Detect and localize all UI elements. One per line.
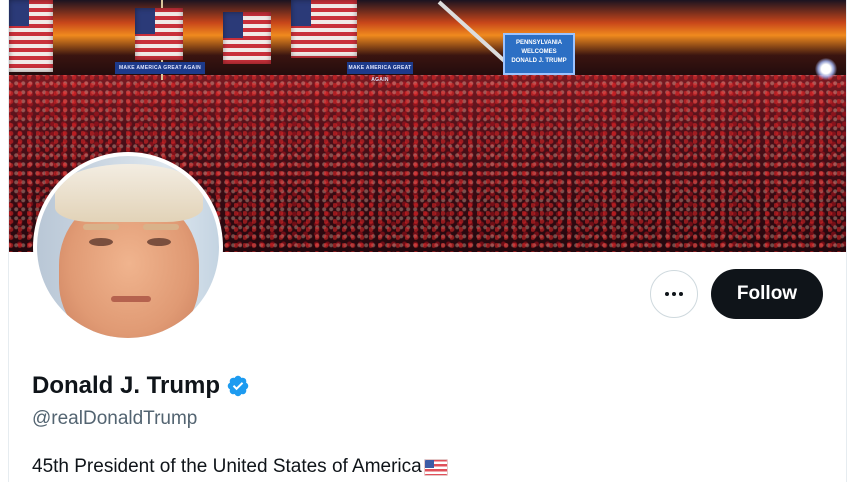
stage-light — [815, 58, 837, 80]
avatar-brow-left — [83, 224, 119, 230]
avatar-photo — [37, 156, 219, 338]
screen-line-2: WELCOMES — [521, 49, 557, 55]
name-row: Donald J. Trump — [32, 372, 250, 400]
screen-line-3: DONALD J. TRUMP — [511, 58, 567, 64]
banner-screen: PENNSYLVANIA WELCOMES DONALD J. TRUMP — [503, 33, 575, 75]
display-name: Donald J. Trump — [32, 372, 221, 399]
more-dots-icon — [665, 292, 683, 296]
banner-flag-2 — [223, 12, 271, 64]
us-flag-icon — [423, 458, 448, 476]
avatar-brow-right — [143, 224, 179, 230]
avatar[interactable] — [33, 152, 223, 342]
avatar-mouth — [111, 296, 151, 302]
avatar-hair — [55, 164, 203, 222]
screen-line-1: PENNSYLVANIA — [515, 40, 563, 46]
banner-crane — [437, 0, 508, 64]
handle: @realDonaldTrump — [32, 408, 198, 429]
profile-page: MAKE AMERICA GREAT AGAIN MAKE AMERICA GR… — [8, 0, 847, 482]
banner-flag-4 — [9, 0, 53, 72]
banner-flag-3 — [291, 0, 357, 58]
banner-sign-left: MAKE AMERICA GREAT AGAIN — [115, 62, 205, 74]
avatar-eye-left — [89, 238, 113, 246]
banner-sign-right: MAKE AMERICA GREAT AGAIN — [347, 62, 413, 83]
verified-badge-icon[interactable] — [226, 374, 250, 398]
follow-button[interactable]: Follow — [711, 269, 823, 319]
avatar-eye-right — [147, 238, 171, 246]
banner-flag-1 — [135, 8, 183, 60]
bio-text: 45th President of the United States of A… — [32, 456, 422, 477]
more-options-button[interactable] — [650, 270, 698, 318]
bio: 45th President of the United States of A… — [32, 456, 448, 478]
